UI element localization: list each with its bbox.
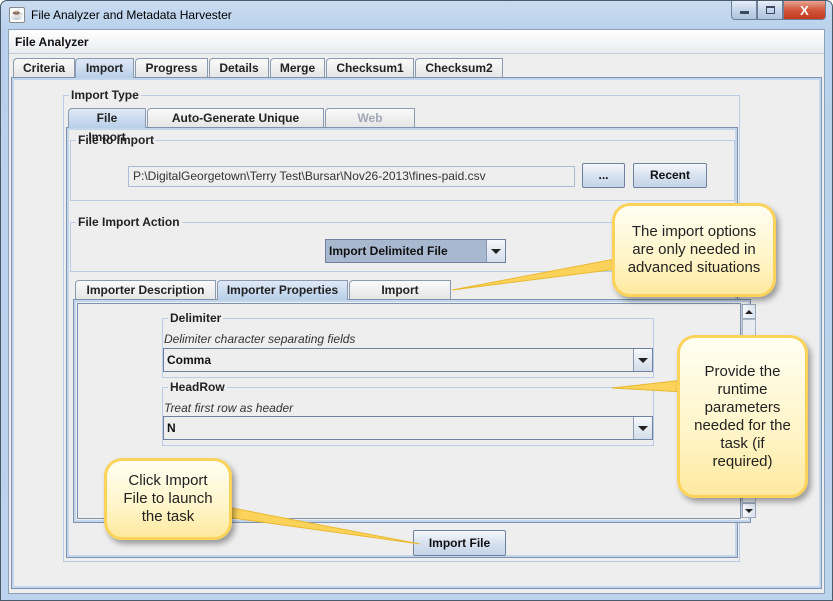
callout-runtime-params: Provide the runtime parameters needed fo… xyxy=(677,335,808,498)
pointer-import-file xyxy=(231,507,421,545)
callout-import-options: The import options are only needed in ad… xyxy=(612,203,776,297)
pointer-runtime-params xyxy=(611,379,685,393)
pointer-import-options xyxy=(451,257,627,291)
callout-import-file: Click Import File to launch the task xyxy=(104,458,232,540)
